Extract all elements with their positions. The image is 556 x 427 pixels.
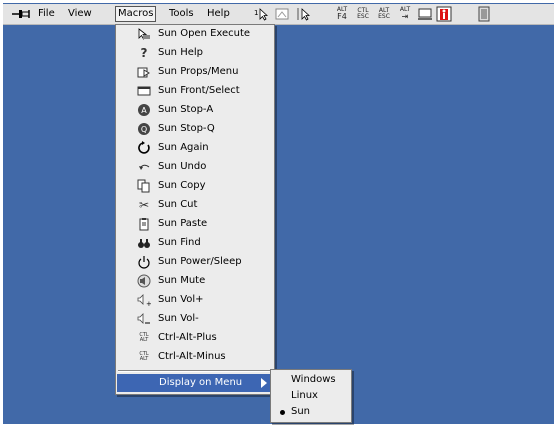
- panel-icon[interactable]: [475, 6, 493, 22]
- submenu-item-windows[interactable]: Windows: [271, 372, 351, 388]
- props-menu-icon: [137, 65, 151, 79]
- menu-item-label: Sun Front/Select: [158, 85, 240, 96]
- menu-item-sun-props-menu[interactable]: Sun Props/Menu: [116, 63, 274, 82]
- menu-item-label: Sun Stop-Q: [158, 123, 215, 134]
- menu-help[interactable]: Help: [205, 7, 232, 21]
- menu-item-label: Sun Vol-: [158, 313, 199, 324]
- exit-person-icon[interactable]: [435, 6, 453, 22]
- f4-key-label: F4: [337, 12, 347, 21]
- menu-item-label: Sun Cut: [158, 199, 198, 210]
- submenu-item-label: Windows: [291, 374, 336, 385]
- svg-text:A: A: [141, 106, 147, 115]
- menu-item-label: Display on Menu: [159, 377, 243, 388]
- menu-item-label: Sun Power/Sleep: [158, 256, 242, 267]
- submenu-item-sun[interactable]: Sun: [271, 404, 351, 420]
- esc-key-label: ESC: [357, 13, 369, 20]
- macros-dropdown: Sun Open Execute ? Sun Help Sun Props/Me…: [115, 24, 275, 395]
- menu-item-sun-stop-a[interactable]: A Sun Stop-A: [116, 101, 274, 120]
- menu-item-sun-again[interactable]: Sun Again: [116, 139, 274, 158]
- menu-item-sun-vol-plus[interactable]: + Sun Vol+: [116, 291, 274, 310]
- undo-icon: [137, 160, 151, 174]
- remote-desktop[interactable]: [3, 3, 554, 424]
- alt-key-label: ALT: [139, 337, 149, 343]
- ctrl-alt-icon: CTL ALT: [137, 350, 151, 364]
- menu-item-sun-paste[interactable]: Sun Paste: [116, 215, 274, 234]
- menu-item-sun-mute[interactable]: Sun Mute: [116, 272, 274, 291]
- refresh-video-icon[interactable]: [273, 6, 291, 22]
- ctl-esc-button[interactable]: CTL ESC: [354, 6, 372, 22]
- alt-esc-button[interactable]: ALT ESC: [375, 6, 393, 22]
- single-cursor-icon[interactable]: 1: [254, 6, 272, 22]
- stop-q-icon: Q: [137, 122, 151, 136]
- again-icon: [137, 141, 151, 155]
- menu-bar: File View Macros Tools Help 1 ALT F4 CTL E…: [3, 4, 554, 25]
- menu-item-sun-help[interactable]: ? Sun Help: [116, 44, 274, 63]
- menu-item-sun-find[interactable]: Sun Find: [116, 234, 274, 253]
- menu-item-sun-copy[interactable]: Sun Copy: [116, 177, 274, 196]
- esc-key-label: ESC: [378, 13, 390, 20]
- volume-down-icon: [137, 312, 151, 326]
- svg-text:+: +: [146, 300, 151, 307]
- stop-a-icon: A: [137, 103, 151, 117]
- menu-item-sun-front-select[interactable]: Sun Front/Select: [116, 82, 274, 101]
- menu-item-ctrl-alt-minus[interactable]: CTL ALT Ctrl-Alt-Minus: [116, 348, 274, 367]
- align-cursor-icon[interactable]: [295, 6, 313, 22]
- menu-item-label: Sun Copy: [158, 180, 206, 191]
- menu-item-sun-vol-minus[interactable]: Sun Vol-: [116, 310, 274, 329]
- menu-view[interactable]: View: [66, 7, 94, 21]
- menu-item-label: Sun Paste: [158, 218, 208, 229]
- menu-item-label: Sun Undo: [158, 161, 207, 172]
- menu-item-display-on-menu[interactable]: Display on Menu: [117, 374, 273, 392]
- menu-macros[interactable]: Macros: [115, 6, 157, 22]
- alt-f4-button[interactable]: ALT F4: [333, 6, 351, 22]
- power-icon: [137, 255, 151, 269]
- cut-icon: ✂: [138, 198, 150, 212]
- open-execute-icon: [137, 27, 151, 41]
- submenu-item-label: Sun: [291, 406, 311, 417]
- copy-icon: [137, 179, 151, 193]
- paste-icon: [137, 217, 151, 231]
- menu-item-sun-power-sleep[interactable]: Sun Power/Sleep: [116, 253, 274, 272]
- svg-text:Q: Q: [141, 125, 147, 134]
- virtual-media-icon[interactable]: [416, 6, 434, 22]
- front-select-icon: [137, 84, 151, 98]
- menu-file[interactable]: File: [36, 7, 57, 21]
- menu-item-label: Sun Again: [158, 142, 209, 153]
- menu-item-sun-open-execute[interactable]: Sun Open Execute: [116, 25, 274, 44]
- menu-item-label: Ctrl-Alt-Plus: [158, 332, 217, 343]
- menu-item-label: Ctrl-Alt-Minus: [158, 351, 226, 362]
- svg-text:1: 1: [254, 9, 258, 17]
- menu-item-sun-undo[interactable]: Sun Undo: [116, 158, 274, 177]
- pin-icon[interactable]: [11, 8, 31, 20]
- menu-item-label: Sun Stop-A: [158, 104, 214, 115]
- tab-key-label: ⇥: [401, 12, 409, 21]
- menu-item-ctrl-alt-plus[interactable]: CTL ALT Ctrl-Alt-Plus: [116, 329, 274, 348]
- menu-item-label: Sun Find: [158, 237, 201, 248]
- menu-item-label: Sun Open Execute: [158, 28, 251, 39]
- menu-item-label: Sun Help: [158, 47, 203, 58]
- alt-key-label: ALT: [139, 356, 149, 362]
- submenu-item-label: Linux: [291, 390, 318, 401]
- menu-separator: [118, 370, 272, 372]
- selected-bullet-icon: [280, 410, 285, 415]
- mute-icon: [137, 274, 151, 288]
- menu-tools[interactable]: Tools: [167, 7, 196, 21]
- submenu-item-linux[interactable]: Linux: [271, 388, 351, 404]
- find-icon: [137, 236, 151, 250]
- volume-up-icon: +: [137, 293, 151, 307]
- display-submenu: Windows Linux Sun: [270, 369, 352, 423]
- menu-item-sun-stop-q[interactable]: Q Sun Stop-Q: [116, 120, 274, 139]
- help-icon: ?: [140, 46, 148, 60]
- menu-item-label: Sun Vol+: [158, 294, 204, 305]
- menu-item-label: Sun Props/Menu: [158, 66, 239, 77]
- menu-item-label: Sun Mute: [158, 275, 206, 286]
- ctrl-alt-icon: CTL ALT: [137, 331, 151, 345]
- submenu-arrow-icon: [261, 378, 267, 391]
- alt-tab-button[interactable]: ALT ⇥: [396, 6, 414, 22]
- menu-item-sun-cut[interactable]: ✂ Sun Cut: [116, 196, 274, 215]
